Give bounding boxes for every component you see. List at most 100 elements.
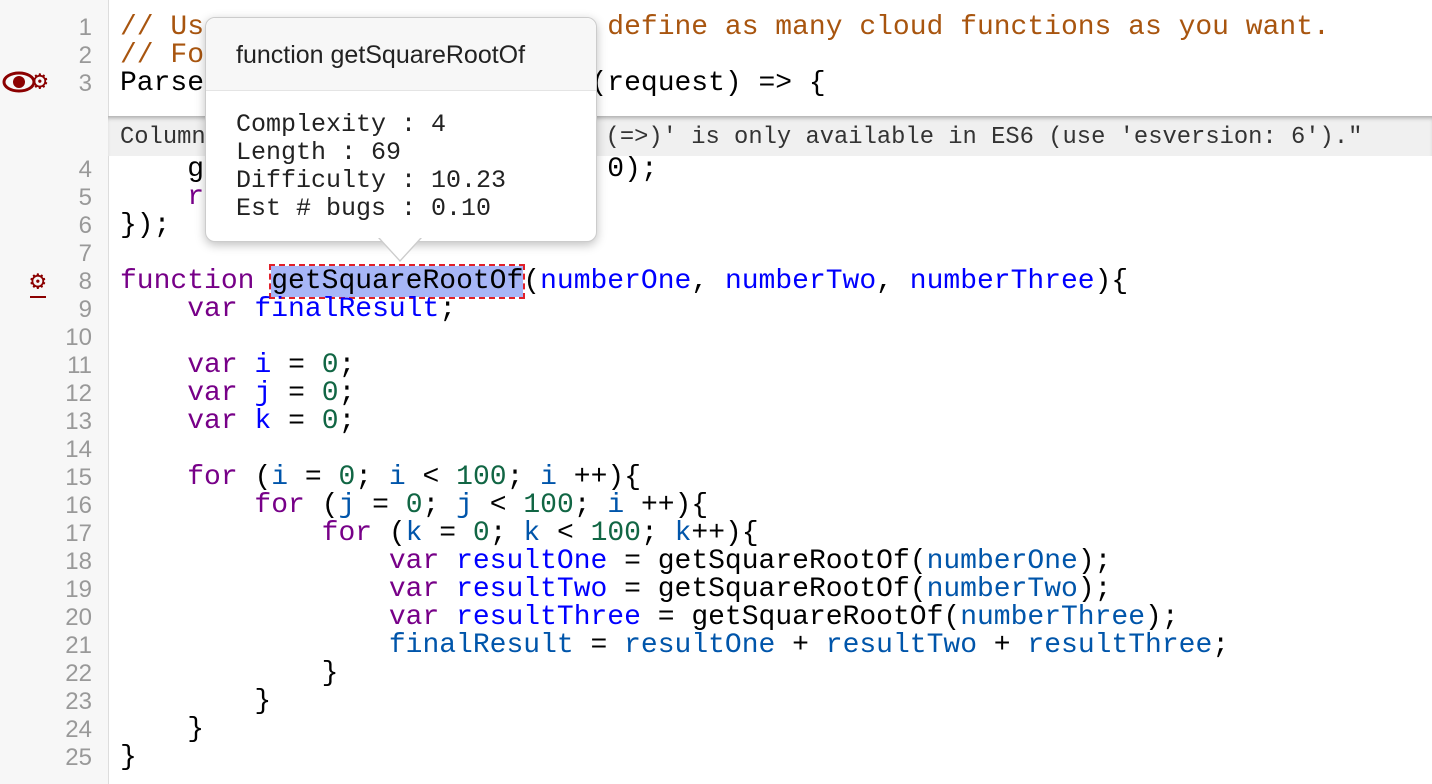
code-line[interactable]: var k = 0; bbox=[120, 408, 355, 436]
code-token: } bbox=[120, 658, 339, 689]
code-token: var bbox=[187, 378, 238, 409]
code-token: k bbox=[674, 518, 692, 549]
line-number: 19 bbox=[65, 576, 92, 603]
code-token: = getSquareRootOf( bbox=[607, 546, 927, 577]
code-token: numberThree bbox=[960, 602, 1146, 633]
code-line[interactable]: for (k = 0; k < 100; k++){ bbox=[120, 520, 759, 548]
code-line[interactable]: } bbox=[120, 744, 137, 772]
complexity-metric: Complexity : 4 bbox=[236, 110, 447, 139]
code-token: 0 bbox=[472, 518, 490, 549]
code-token: j bbox=[338, 490, 356, 521]
code-line[interactable]: } bbox=[120, 658, 339, 689]
line-number: 16 bbox=[65, 492, 92, 519]
line-number: 10 bbox=[65, 324, 92, 351]
code-token: ); bbox=[1145, 602, 1179, 633]
code-token: ){ bbox=[1094, 266, 1129, 297]
code-line[interactable]: for (j = 0; j < 100; i ++){ bbox=[120, 492, 708, 520]
code-token: ; bbox=[338, 378, 356, 409]
code-token: var bbox=[388, 574, 440, 605]
bugs-metric: Est # bugs : 0.10 bbox=[236, 194, 492, 223]
line-number: 13 bbox=[65, 408, 92, 435]
line-number: 3 bbox=[78, 70, 92, 97]
code-token: // Fo bbox=[120, 40, 205, 71]
code-token: ; bbox=[573, 490, 608, 521]
line-number: 22 bbox=[65, 660, 92, 687]
code-token: = bbox=[355, 490, 406, 521]
code-line[interactable]: function getSquareRootOf(numberOne, numb… bbox=[120, 264, 1129, 299]
function-metrics-tooltip: function getSquareRootOf Complexity : 4 … bbox=[205, 17, 597, 242]
difficulty-metric: Difficulty : 10.23 bbox=[236, 166, 507, 195]
code-token: k bbox=[405, 518, 423, 549]
code-token: for bbox=[321, 518, 373, 549]
code-token: ; bbox=[422, 490, 457, 521]
code-line[interactable]: finalResult = resultOne + resultTwo + re… bbox=[120, 632, 1229, 660]
code-token: numberThree bbox=[909, 266, 1095, 297]
code-token: = bbox=[271, 406, 322, 437]
code-token: ++){ bbox=[691, 518, 759, 549]
code-line[interactable]: var resultOne = getSquareRootOf(numberOn… bbox=[120, 546, 1112, 577]
line-number: 4 bbox=[78, 156, 92, 183]
code-token: ; bbox=[439, 294, 457, 325]
code-line[interactable]: for (i = 0; i < 100; i ++){ bbox=[120, 464, 641, 492]
code-token: numberOne bbox=[540, 266, 692, 297]
code-token: numberTwo bbox=[926, 574, 1078, 605]
code-line[interactable]: } bbox=[120, 716, 204, 744]
code-token: i bbox=[607, 490, 625, 521]
code-token: resultOne bbox=[456, 546, 608, 577]
code-token: for bbox=[187, 462, 238, 493]
code-token: j bbox=[456, 490, 473, 521]
length-metric: Length : 69 bbox=[236, 138, 402, 167]
code-token: < bbox=[472, 490, 524, 521]
code-token: resultThree bbox=[1027, 630, 1213, 661]
code-token: < bbox=[540, 518, 591, 549]
code-token: 100 bbox=[590, 518, 641, 549]
code-token: 0 bbox=[321, 378, 339, 409]
code-token: ; bbox=[338, 350, 356, 381]
code-token: = bbox=[573, 630, 625, 661]
line-number: 20 bbox=[65, 604, 92, 631]
line-number: 6 bbox=[78, 212, 92, 239]
code-token: var bbox=[388, 546, 440, 577]
code-token: resultTwo bbox=[825, 630, 977, 661]
code-line[interactable]: var resultThree = getSquareRootOf(number… bbox=[120, 604, 1179, 632]
code-line[interactable]: }); bbox=[120, 212, 170, 240]
code-token: + bbox=[977, 630, 1028, 661]
code-token: } bbox=[120, 714, 205, 745]
code-token: i bbox=[271, 462, 289, 493]
code-line[interactable]: var j = 0; bbox=[120, 380, 355, 408]
tooltip-title: function getSquareRootOf bbox=[206, 18, 596, 91]
code-token: function bbox=[120, 266, 255, 297]
code-token: , bbox=[691, 266, 725, 297]
code-token: ; bbox=[640, 518, 675, 549]
code-token: i bbox=[388, 462, 406, 493]
code-line[interactable]: var resultTwo = getSquareRootOf(numberTw… bbox=[120, 574, 1112, 605]
code-line[interactable]: var i = 0; bbox=[120, 352, 355, 380]
code-token: } bbox=[120, 686, 272, 717]
code-token: var bbox=[187, 406, 238, 437]
code-token: ; bbox=[355, 462, 389, 493]
code-line[interactable]: var finalResult; bbox=[120, 296, 456, 324]
line-number: 14 bbox=[65, 436, 92, 463]
line-number: 25 bbox=[65, 744, 92, 771]
line-number: 15 bbox=[65, 464, 92, 491]
code-token: = bbox=[422, 518, 473, 549]
code-token: 0 bbox=[405, 490, 423, 521]
eye-icon[interactable] bbox=[2, 70, 36, 101]
code-token: 0 bbox=[321, 406, 339, 437]
code-line[interactable]: } bbox=[120, 688, 271, 716]
code-line[interactable]: // Fo bbox=[120, 42, 204, 70]
line-number: 5 bbox=[78, 184, 92, 211]
